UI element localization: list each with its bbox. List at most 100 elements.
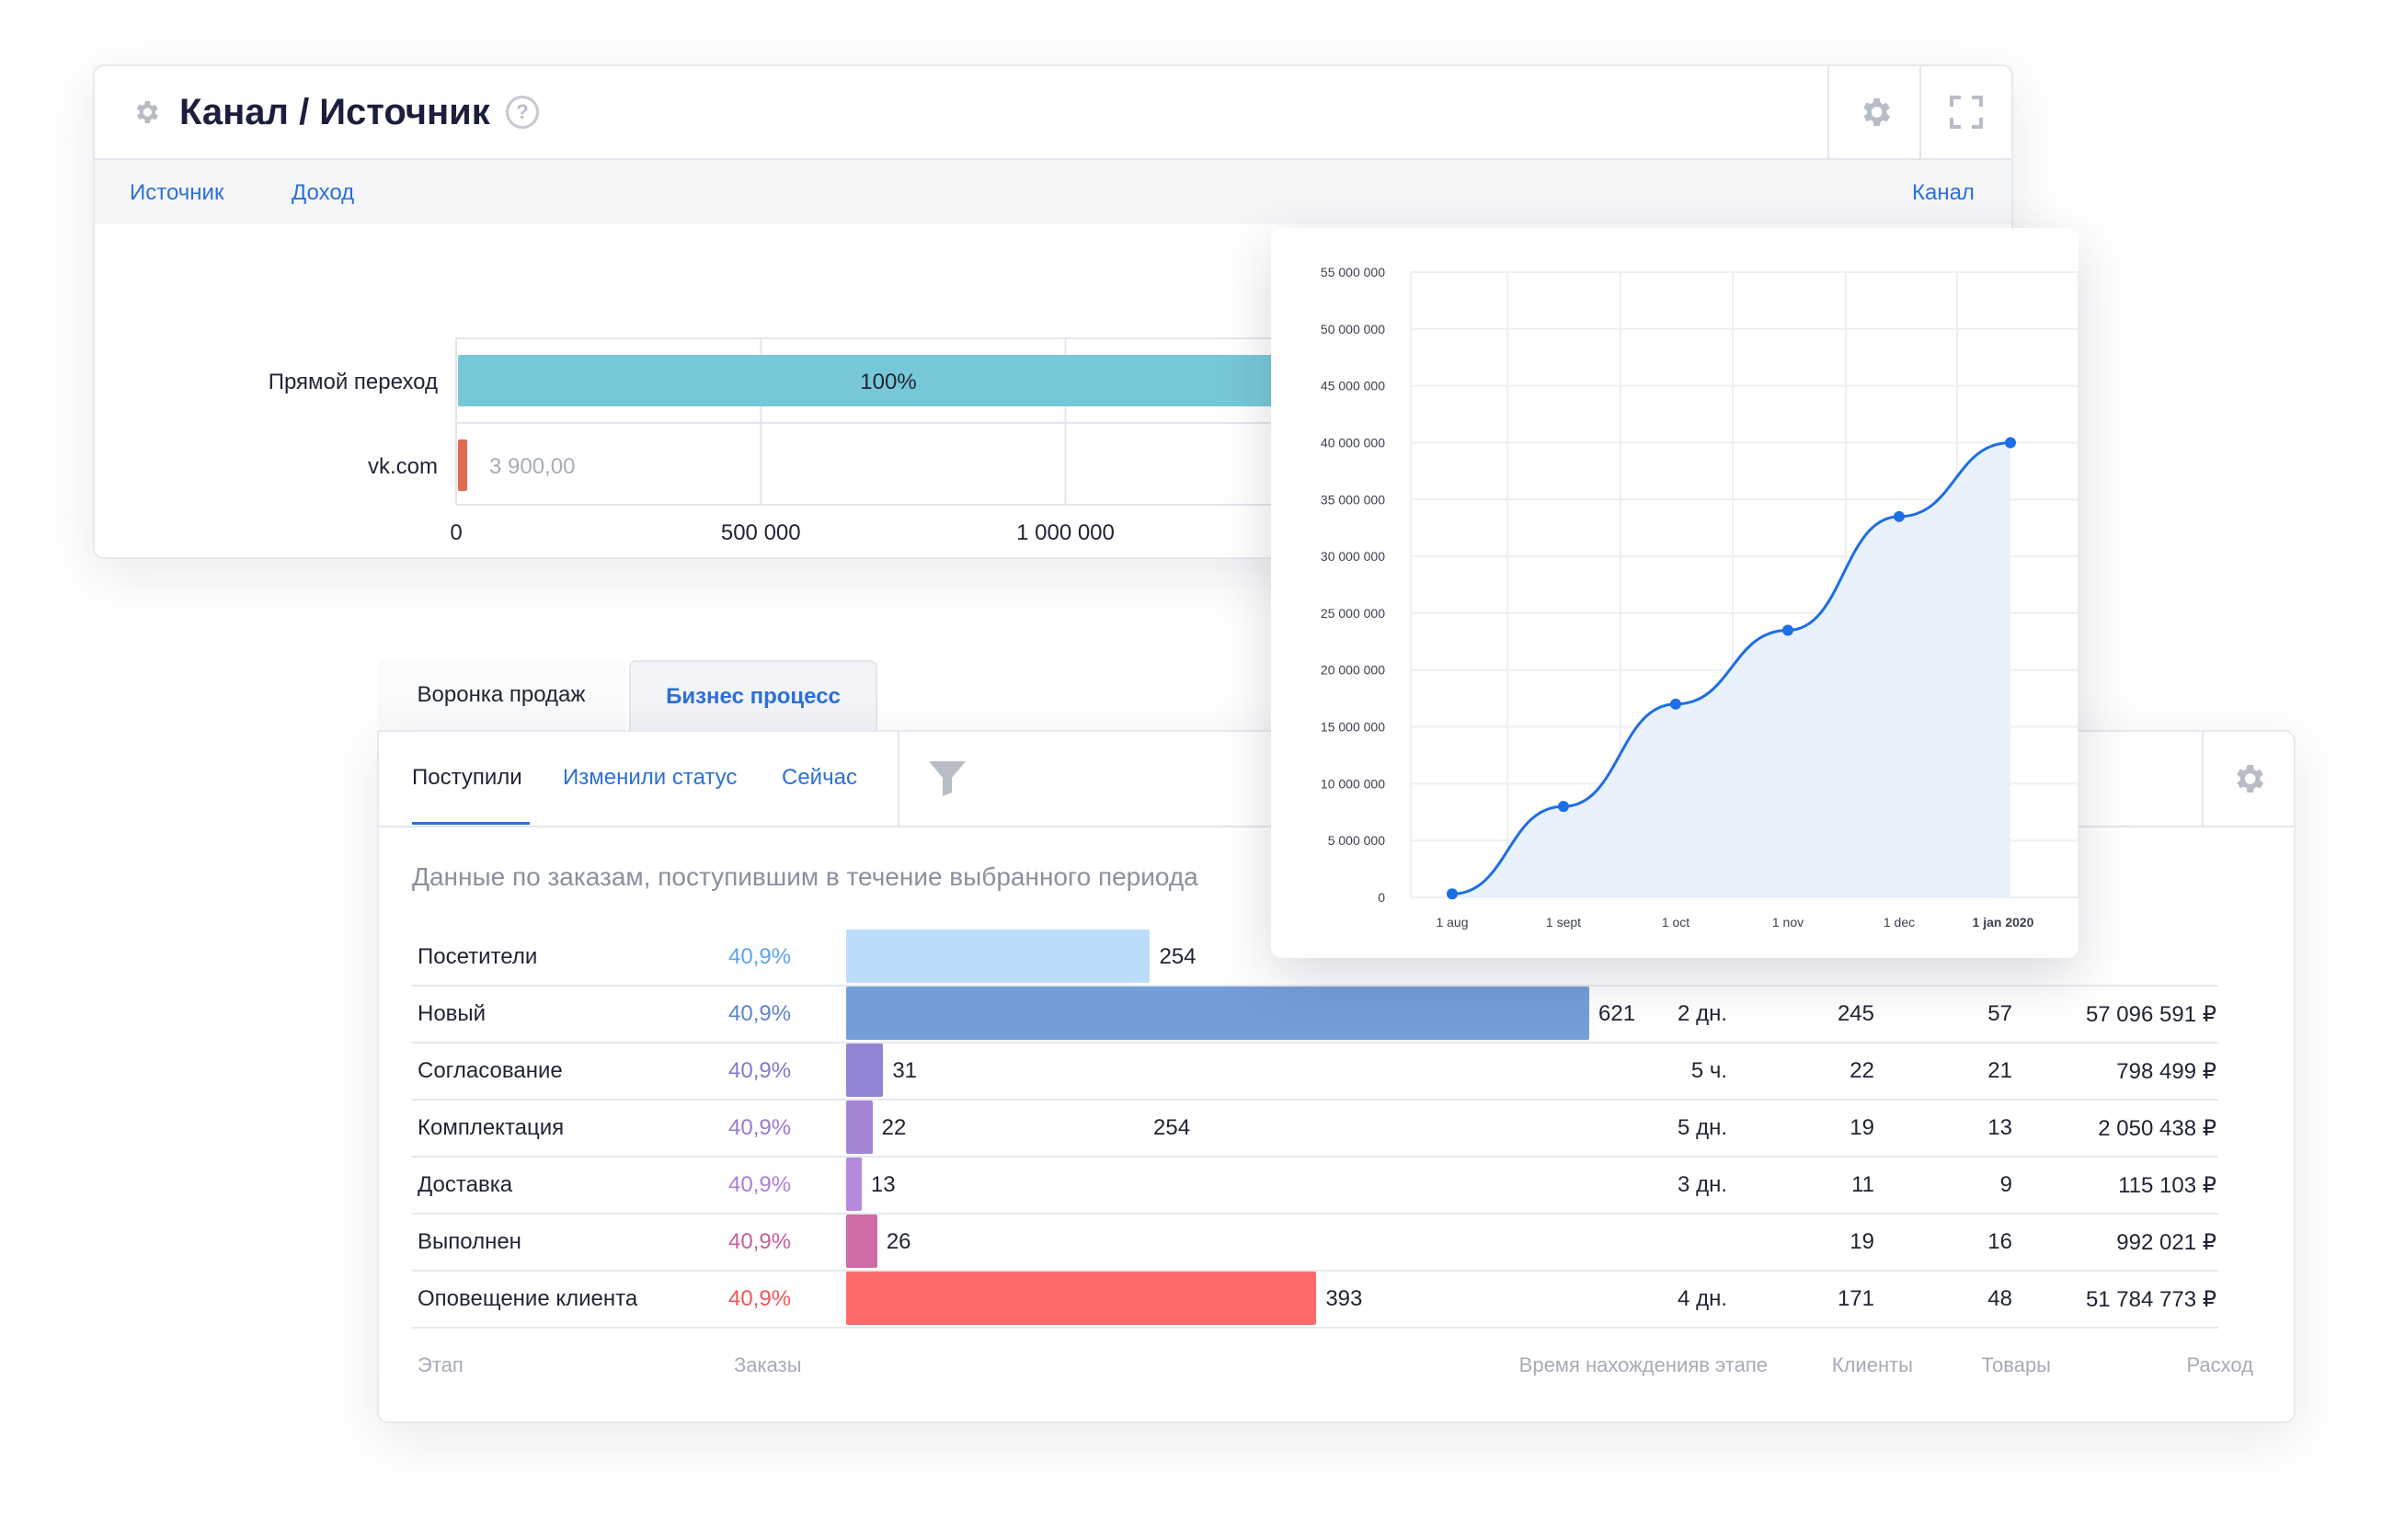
expense-amount: 51 784 773 ₽ bbox=[2085, 1287, 2216, 1312]
y-tick-label: 50 000 000 bbox=[1321, 322, 1385, 337]
conversion-percent: 40,9% bbox=[728, 1229, 792, 1254]
funnel-bar bbox=[846, 987, 1589, 1040]
data-point bbox=[1670, 698, 1681, 710]
question-circle-icon[interactable]: ? bbox=[506, 96, 539, 129]
funnel-row[interactable]: Согласование 40,9% 31 5 ч. 22 21 798 499 ₽ bbox=[412, 1042, 2218, 1101]
x-tick-label: 1 jan 2020 bbox=[1973, 915, 2034, 930]
data-point bbox=[1447, 888, 1458, 900]
funnel-row[interactable]: Новый 40,9% 621 2 дн. 245 57 57 096 591 ₽ bbox=[412, 985, 2218, 1044]
divider bbox=[898, 732, 899, 826]
fullscreen-button[interactable] bbox=[1919, 66, 2011, 158]
tab-business-process[interactable]: Бизнес процесс bbox=[629, 660, 877, 732]
goods-count: 48 bbox=[1987, 1286, 2012, 1311]
orders-count: 13 bbox=[870, 1172, 896, 1197]
bar-inner-label: 100% bbox=[860, 370, 916, 394]
subtab-received[interactable]: Поступили bbox=[412, 765, 522, 791]
stage-time: 5 дн. bbox=[1678, 1115, 1727, 1140]
expand-icon bbox=[1950, 96, 1983, 133]
gear-icon bbox=[2230, 760, 2267, 802]
y-tick-label: 15 000 000 bbox=[1321, 720, 1385, 735]
column-header-expense: Расход bbox=[2186, 1353, 2253, 1376]
orders-count: 31 bbox=[892, 1058, 918, 1083]
funnel-bar bbox=[846, 1272, 1317, 1325]
funnel-bar bbox=[846, 1158, 862, 1211]
stage-time: 3 дн. bbox=[1678, 1172, 1727, 1197]
column-header-clients: Клиенты bbox=[1831, 1353, 1913, 1376]
settings-button[interactable] bbox=[1827, 66, 1919, 158]
stage-time: 2 дн. bbox=[1678, 1001, 1727, 1026]
x-tick-label: 1 000 000 bbox=[1016, 520, 1115, 545]
x-tick-label: 1 dec bbox=[1884, 915, 1915, 930]
expense-amount: 57 096 591 ₽ bbox=[2085, 1002, 2216, 1027]
data-point bbox=[2005, 437, 2016, 449]
subtab-status-changed[interactable]: Изменили статус bbox=[563, 765, 737, 791]
tab-sales-funnel[interactable]: Воронка продаж bbox=[377, 660, 625, 730]
stage-label: Новый bbox=[418, 1001, 487, 1026]
expense-amount: 2 050 438 ₽ bbox=[2098, 1116, 2216, 1141]
stage-label: Доставка bbox=[418, 1172, 513, 1197]
column-header-orders: Заказы bbox=[734, 1353, 802, 1376]
conversion-percent: 40,9% bbox=[728, 1115, 792, 1140]
funnel-bar bbox=[846, 930, 1151, 983]
tab-source[interactable]: Источник bbox=[130, 180, 223, 206]
bar bbox=[458, 439, 467, 491]
conversion-percent: 40,9% bbox=[728, 1172, 792, 1197]
expense-amount: 798 499 ₽ bbox=[2116, 1059, 2216, 1084]
orders-count: 26 bbox=[886, 1229, 911, 1254]
orders-count: 22 bbox=[881, 1115, 907, 1140]
funnel-row[interactable]: Выполнен 40,9% 26 19 16 992 021 ₽ bbox=[412, 1213, 2218, 1272]
column-header-stage: Этап bbox=[418, 1353, 464, 1376]
settings-button[interactable] bbox=[2202, 732, 2294, 826]
x-tick-label: 0 bbox=[450, 520, 462, 545]
clients-count: 11 bbox=[1851, 1172, 1874, 1197]
orders-extra-value: 254 bbox=[1153, 1115, 1191, 1140]
column-header-time: Время нахожденияв этапе bbox=[1518, 1353, 1768, 1376]
widget-header: Канал / Источник ? bbox=[95, 66, 2011, 160]
goods-count: 21 bbox=[1987, 1058, 2012, 1083]
filter-icon[interactable] bbox=[929, 761, 966, 801]
x-tick-label: 500 000 bbox=[721, 520, 801, 545]
funnel-row[interactable]: Комплектация 40,9% 22 254 5 дн. 19 13 2 050 438… bbox=[412, 1099, 2218, 1158]
y-tick-label: 55 000 000 bbox=[1321, 265, 1385, 279]
clients-count: 19 bbox=[1849, 1229, 1874, 1254]
widget-title: Канал / Источник bbox=[179, 92, 490, 132]
clients-count: 19 bbox=[1849, 1115, 1874, 1140]
conversion-percent: 40,9% bbox=[728, 944, 792, 969]
orders-count: 254 bbox=[1159, 944, 1197, 969]
x-tick-label: 1 oct bbox=[1662, 915, 1689, 930]
orders-count: 393 bbox=[1325, 1286, 1363, 1311]
bar-category-label: Прямой переход bbox=[269, 370, 438, 394]
x-tick-label: 1 nov bbox=[1772, 915, 1804, 930]
clients-count: 171 bbox=[1837, 1286, 1874, 1311]
funnel-bar bbox=[846, 1101, 873, 1154]
clients-count: 245 bbox=[1837, 1001, 1874, 1026]
conversion-percent: 40,9% bbox=[728, 1286, 792, 1311]
column-header-goods: Товары bbox=[1981, 1353, 2051, 1376]
gear-icon[interactable] bbox=[132, 97, 161, 131]
y-tick-label: 10 000 000 bbox=[1321, 776, 1385, 791]
tab-income[interactable]: Доход bbox=[292, 180, 354, 206]
expense-amount: 115 103 ₽ bbox=[2118, 1173, 2216, 1198]
stage-time: 5 ч. bbox=[1690, 1058, 1727, 1083]
funnel-row[interactable]: Оповещение клиента 40,9% 393 4 дн. 171 48 51 7… bbox=[412, 1270, 2218, 1329]
bar-category-label: vk.com bbox=[368, 454, 438, 479]
funnel-bar bbox=[846, 1044, 884, 1097]
goods-count: 57 bbox=[1987, 1001, 2012, 1026]
subtab-now[interactable]: Сейчас bbox=[782, 765, 857, 791]
expense-amount: 992 021 ₽ bbox=[2116, 1230, 2216, 1255]
tab-channel[interactable]: Канал bbox=[1912, 180, 1975, 206]
conversion-percent: 40,9% bbox=[728, 1001, 792, 1026]
y-tick-label: 40 000 000 bbox=[1321, 435, 1385, 450]
funnel-description: Данные по заказам, поступившим в течение… bbox=[412, 862, 1198, 891]
stage-label: Выполнен bbox=[418, 1229, 521, 1254]
y-tick-label: 35 000 000 bbox=[1321, 492, 1385, 507]
data-point bbox=[1782, 624, 1793, 636]
stage-label: Оповещение клиента bbox=[418, 1286, 638, 1311]
y-tick-label: 45 000 000 bbox=[1321, 379, 1385, 394]
funnel-row[interactable]: Доставка 40,9% 13 3 дн. 11 9 115 103 ₽ bbox=[412, 1156, 2218, 1215]
stage-label: Согласование bbox=[418, 1058, 563, 1083]
goods-count: 13 bbox=[1987, 1115, 2012, 1140]
y-tick-label: 30 000 000 bbox=[1321, 549, 1385, 564]
y-tick-label: 5 000 000 bbox=[1328, 833, 1385, 848]
y-tick-label: 20 000 000 bbox=[1321, 663, 1385, 678]
